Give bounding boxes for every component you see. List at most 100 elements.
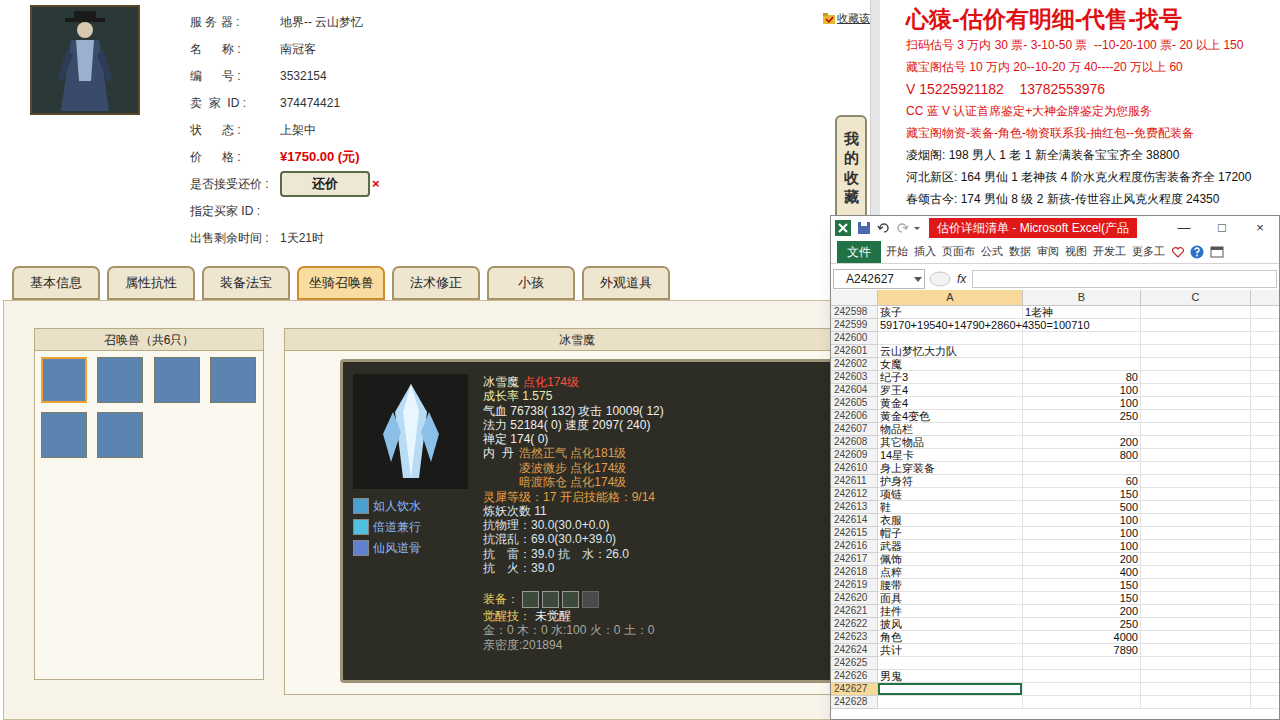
cell[interactable]: 角色 <box>878 631 1023 644</box>
cell[interactable] <box>1141 332 1251 345</box>
ribbon-tab[interactable]: 审阅 <box>1034 241 1062 263</box>
cell[interactable] <box>1251 436 1279 449</box>
cell[interactable] <box>1023 332 1141 345</box>
cell[interactable]: 挂件 <box>878 605 1023 618</box>
cell[interactable]: 帽子 <box>878 527 1023 540</box>
row-header[interactable]: 242612 <box>831 488 878 501</box>
cell[interactable]: 云山梦忆大力队 <box>878 345 1023 358</box>
ribbon-tab[interactable]: 开发工 <box>1090 241 1129 263</box>
formula-input[interactable] <box>972 270 1277 288</box>
row-header[interactable]: 242615 <box>831 527 878 540</box>
row-header[interactable]: 242607 <box>831 423 878 436</box>
pet-icon[interactable] <box>97 412 143 458</box>
window-button[interactable]: × <box>1241 217 1279 239</box>
row-header[interactable]: 242622 <box>831 618 878 631</box>
equip-slot[interactable] <box>562 591 579 608</box>
cell[interactable] <box>878 657 1023 670</box>
cell[interactable]: 100 <box>1023 384 1141 397</box>
column-header[interactable]: B <box>1023 290 1141 305</box>
cell[interactable] <box>1141 397 1251 410</box>
cell[interactable]: 100 <box>1023 397 1141 410</box>
cell[interactable]: 佩饰 <box>878 553 1023 566</box>
tab[interactable]: 小孩 <box>487 266 575 300</box>
cell[interactable] <box>1251 514 1279 527</box>
row-header[interactable]: 242610 <box>831 462 878 475</box>
cell[interactable] <box>1141 605 1251 618</box>
column-header[interactable]: C <box>1141 290 1251 305</box>
cell[interactable] <box>878 696 1023 709</box>
cell[interactable] <box>1141 462 1251 475</box>
cell[interactable]: 男鬼 <box>878 670 1023 683</box>
cell[interactable]: 7890 <box>1023 644 1141 657</box>
row-header[interactable]: 242614 <box>831 514 878 527</box>
cell[interactable]: 100 <box>1023 514 1141 527</box>
cell[interactable] <box>1251 475 1279 488</box>
row-header[interactable]: 242616 <box>831 540 878 553</box>
cell[interactable]: 鞋 <box>878 501 1023 514</box>
cell[interactable]: 400 <box>1023 566 1141 579</box>
cell[interactable] <box>1141 345 1251 358</box>
name-box-value[interactable]: A242627 <box>846 270 894 288</box>
cell[interactable]: 腰带 <box>878 579 1023 592</box>
cell[interactable]: 250 <box>1023 618 1141 631</box>
cell[interactable] <box>1251 631 1279 644</box>
cell[interactable]: 500 <box>1023 501 1141 514</box>
row-header[interactable]: 242620 <box>831 592 878 605</box>
cell[interactable] <box>1251 501 1279 514</box>
cell[interactable] <box>1141 618 1251 631</box>
cell[interactable] <box>1141 579 1251 592</box>
row-header[interactable]: 242621 <box>831 605 878 618</box>
row-header[interactable]: 242619 <box>831 579 878 592</box>
ribbon-tab[interactable]: 开始 <box>883 241 911 263</box>
cell[interactable]: 披风 <box>878 618 1023 631</box>
cell[interactable]: 物品栏 <box>878 423 1023 436</box>
cell[interactable] <box>1141 566 1251 579</box>
cell[interactable] <box>1251 618 1279 631</box>
cell[interactable] <box>1023 670 1141 683</box>
cell[interactable]: 黄金4变色 <box>878 410 1023 423</box>
row-header[interactable]: 242606 <box>831 410 878 423</box>
row-header[interactable]: 242618 <box>831 566 878 579</box>
cell[interactable] <box>1251 657 1279 670</box>
cell[interactable] <box>878 683 1023 696</box>
cell[interactable] <box>1141 514 1251 527</box>
cell[interactable] <box>1251 332 1279 345</box>
favorite-text[interactable]: 收藏该 <box>837 10 870 27</box>
row-header[interactable]: 242604 <box>831 384 878 397</box>
ribbon-tab[interactable]: 数据 <box>1006 241 1034 263</box>
cell[interactable] <box>1251 527 1279 540</box>
cell[interactable] <box>1023 696 1141 709</box>
cell[interactable] <box>1251 384 1279 397</box>
cell[interactable]: 点粹 <box>878 566 1023 579</box>
cell[interactable] <box>1023 345 1141 358</box>
cell[interactable]: 项链 <box>878 488 1023 501</box>
cell[interactable] <box>1251 644 1279 657</box>
cell[interactable]: 250 <box>1023 410 1141 423</box>
cell[interactable]: 女魔 <box>878 358 1023 371</box>
tab[interactable]: 装备法宝 <box>202 266 290 300</box>
pet-icon[interactable] <box>154 357 200 403</box>
skill-name[interactable]: 倍道兼行 <box>373 518 421 536</box>
name-box[interactable]: A242627 <box>833 269 925 289</box>
cell[interactable] <box>1141 657 1251 670</box>
cell[interactable] <box>1023 423 1141 436</box>
row-header[interactable]: 242626 <box>831 670 878 683</box>
row-header[interactable]: 242600 <box>831 332 878 345</box>
row-header[interactable]: 242613 <box>831 501 878 514</box>
equip-slot[interactable] <box>522 591 539 608</box>
cell[interactable]: 黄金4 <box>878 397 1023 410</box>
row-header[interactable]: 242608 <box>831 436 878 449</box>
row-header[interactable]: 242603 <box>831 371 878 384</box>
skill-item[interactable]: 如人饮水 <box>353 497 471 515</box>
cell[interactable] <box>1251 553 1279 566</box>
row-header[interactable]: 242602 <box>831 358 878 371</box>
cell[interactable] <box>1251 566 1279 579</box>
cell[interactable] <box>1251 306 1279 319</box>
cell[interactable] <box>1141 696 1251 709</box>
cell[interactable] <box>1251 540 1279 553</box>
cell[interactable]: 武器 <box>878 540 1023 553</box>
row-header[interactable]: 242627 <box>831 683 878 696</box>
row-header[interactable]: 242625 <box>831 657 878 670</box>
equip-slot[interactable] <box>542 591 559 608</box>
row-header[interactable]: 242609 <box>831 449 878 462</box>
